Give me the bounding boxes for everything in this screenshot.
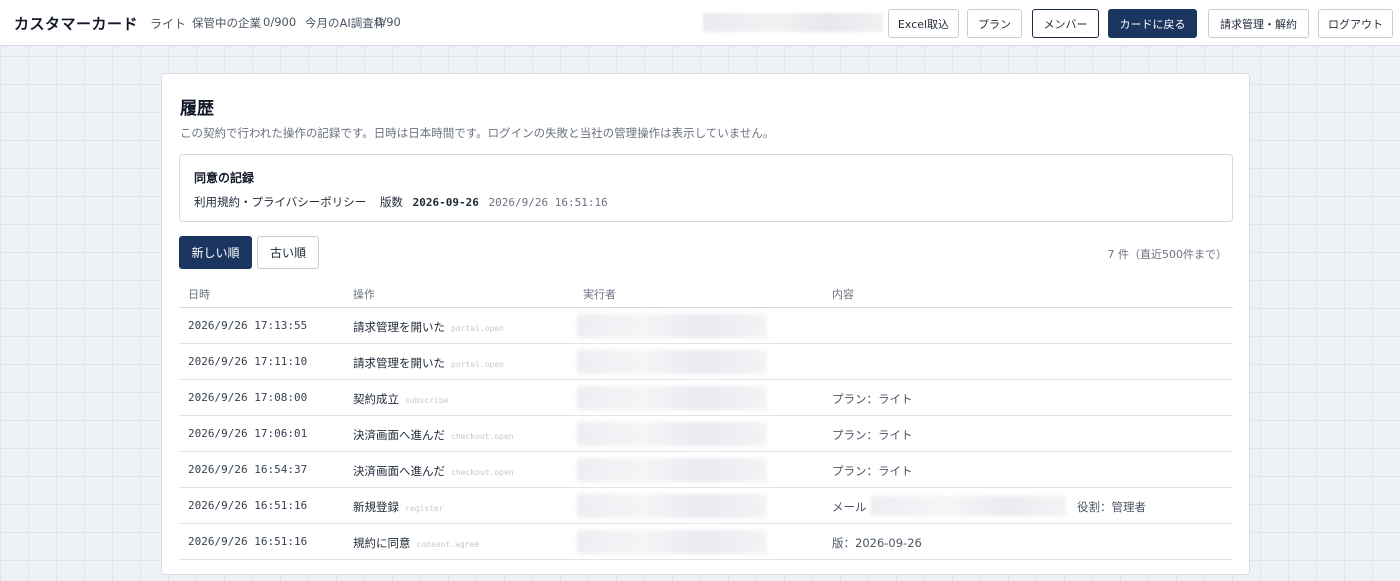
consent-line: 利用規約・プライバシーポリシー 版数 2026-09-26 2026/9/26 … xyxy=(194,194,608,210)
table-row: 2026/9/26 17:06:01 決済画面へ進んだ checkout.open… xyxy=(179,416,1233,452)
history-table: 日時 操作 実行者 内容 2026/9/26 17:13:55 請求管理を開いた… xyxy=(179,277,1233,560)
row-operation: 決済画面へ進んだ checkout.open xyxy=(353,464,514,478)
redacted-actor xyxy=(577,458,767,482)
redacted-account xyxy=(703,13,883,32)
row-operation: 契約成立 subscribe xyxy=(353,392,449,406)
column-time: 日時 xyxy=(188,288,210,301)
history-card: 履歴 この契約で行われた操作の記録です。日時は日本時間です。ログインの失敗と当社… xyxy=(161,73,1250,575)
redacted-actor xyxy=(577,314,767,338)
row-operation: 規約に同意 consent.agree xyxy=(353,536,480,550)
plan-label: ライト xyxy=(150,17,187,31)
redacted-actor xyxy=(577,530,767,554)
app-brand[interactable]: カスタマーカード xyxy=(14,13,138,34)
row-time: 2026/9/26 17:11:10 xyxy=(188,355,308,368)
consent-timestamp: 2026/9/26 16:51:16 xyxy=(488,196,608,209)
ai-quota-value: 0/90 xyxy=(375,15,401,29)
redacted-actor xyxy=(577,386,767,410)
row-time: 2026/9/26 17:13:55 xyxy=(188,319,308,332)
row-operation: 請求管理を開いた portal.open xyxy=(353,356,504,370)
table-row: 2026/9/26 16:54:37 決済画面へ進んだ checkout.open… xyxy=(179,452,1233,488)
sort-oldest-button[interactable]: 古い順 xyxy=(257,236,319,269)
excel-import-button[interactable]: Excel取込 xyxy=(888,9,959,38)
redacted-email xyxy=(871,496,1066,516)
redacted-actor xyxy=(577,350,767,374)
row-time: 2026/9/26 16:51:16 xyxy=(188,535,308,548)
page-title: 履歴 xyxy=(180,99,214,119)
consent-document: 利用規約・プライバシーポリシー xyxy=(194,195,367,209)
row-time: 2026/9/26 16:51:16 xyxy=(188,499,308,512)
consent-version: 2026-09-26 xyxy=(412,196,479,209)
row-operation: 請求管理を開いた portal.open xyxy=(353,320,504,334)
stored-companies-value: 0/900 xyxy=(263,15,297,29)
redacted-actor xyxy=(577,494,767,518)
stored-companies-label: 保管中の企業 xyxy=(192,16,261,30)
sort-newest-button[interactable]: 新しい順 xyxy=(179,236,252,269)
row-time: 2026/9/26 17:06:01 xyxy=(188,427,308,440)
top-header: カスタマーカード ライト 保管中の企業 0/900 今月のAI調査枠 0/90 … xyxy=(0,0,1400,46)
redacted-actor xyxy=(577,422,767,446)
row-content: メール xyxy=(832,500,867,514)
row-content: 版：2026-09-26 xyxy=(832,536,922,550)
row-role: 役割：管理者 xyxy=(1077,500,1146,514)
table-row: 2026/9/26 16:51:16 規約に同意 consent.agree 版：… xyxy=(179,524,1233,560)
record-count: 7 件（直近500件まで） xyxy=(1107,248,1228,261)
row-content: プラン：ライト xyxy=(832,392,913,406)
column-actor: 実行者 xyxy=(583,288,616,301)
table-row: 2026/9/26 17:13:55 請求管理を開いた portal.open xyxy=(179,308,1233,344)
table-header: 日時 操作 実行者 内容 xyxy=(179,277,1233,308)
row-operation: 新規登録 register xyxy=(353,500,444,514)
row-content: プラン：ライト xyxy=(832,464,913,478)
logout-button[interactable]: ログアウト xyxy=(1318,9,1393,38)
table-row: 2026/9/26 17:08:00 契約成立 subscribe プラン：ライト xyxy=(179,380,1233,416)
row-time: 2026/9/26 16:54:37 xyxy=(188,463,308,476)
row-content: プラン：ライト xyxy=(832,428,913,442)
consent-version-label: 版数 xyxy=(379,195,403,209)
ai-quota-label: 今月のAI調査枠 xyxy=(305,16,386,30)
row-operation: 決済画面へ進んだ checkout.open xyxy=(353,428,514,442)
row-time: 2026/9/26 17:08:00 xyxy=(188,391,308,404)
table-row: 2026/9/26 17:11:10 請求管理を開いた portal.open xyxy=(179,344,1233,380)
members-button[interactable]: メンバー xyxy=(1032,9,1099,38)
billing-button[interactable]: 請求管理・解約 xyxy=(1208,9,1309,38)
page-description: この契約で行われた操作の記録です。日時は日本時間です。ログインの失敗と当社の管理… xyxy=(180,126,775,140)
back-to-cards-button[interactable]: カードに戻る xyxy=(1108,9,1197,38)
plan-button[interactable]: プラン xyxy=(967,9,1022,38)
table-row: 2026/9/26 16:51:16 新規登録 register メール 役割：管… xyxy=(179,488,1233,524)
column-content: 内容 xyxy=(832,288,854,301)
consent-record: 同意の記録 利用規約・プライバシーポリシー 版数 2026-09-26 2026… xyxy=(179,154,1233,222)
column-operation: 操作 xyxy=(353,288,375,301)
consent-title: 同意の記録 xyxy=(194,171,255,185)
